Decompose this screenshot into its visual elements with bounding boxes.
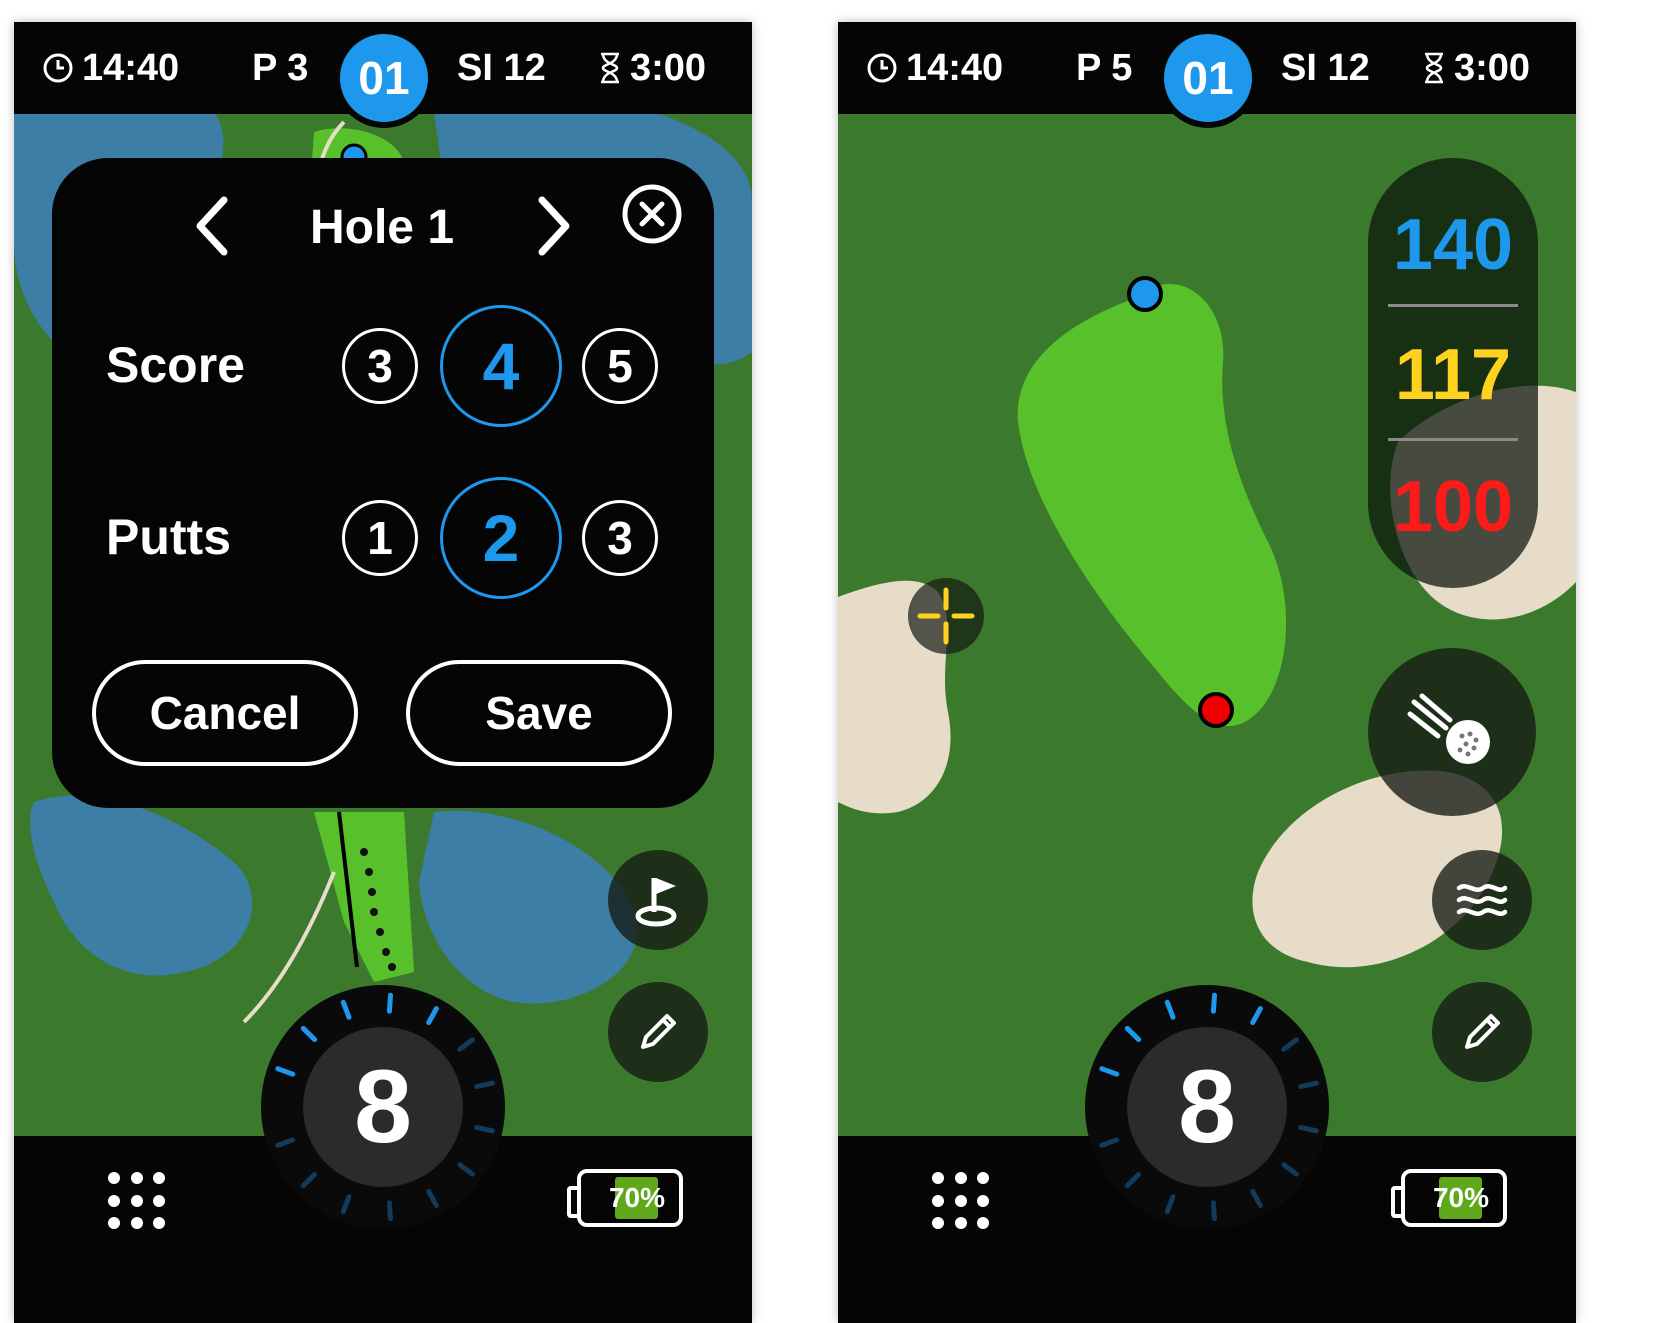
timer: 3:00 bbox=[598, 48, 706, 88]
club-dial[interactable]: 8 bbox=[1082, 982, 1332, 1232]
battery-percent: 70% bbox=[1432, 1182, 1490, 1213]
putts-option[interactable]: 3 bbox=[582, 500, 658, 576]
dialog-title: Hole 1 bbox=[309, 201, 455, 254]
hole-number-badge[interactable]: 01 bbox=[340, 34, 428, 122]
clock-icon bbox=[43, 53, 73, 83]
clock: 14:40 bbox=[866, 48, 1003, 88]
shot-tracking-button[interactable] bbox=[1368, 648, 1536, 816]
close-dialog-button[interactable] bbox=[620, 182, 684, 251]
score-option[interactable]: 5 bbox=[582, 328, 658, 404]
hole-number-badge[interactable]: 01 bbox=[1164, 34, 1252, 122]
edit-score-button[interactable] bbox=[1432, 982, 1532, 1082]
stroke-index-text: SI 12 bbox=[457, 47, 546, 89]
club-number: 8 bbox=[354, 1048, 412, 1165]
putts-option[interactable]: 1 bbox=[342, 500, 418, 576]
shot-tracking-icon bbox=[1407, 693, 1490, 764]
par-text: P 5 bbox=[1076, 47, 1133, 89]
target-crosshair-icon bbox=[908, 578, 984, 654]
clock-icon bbox=[867, 53, 897, 83]
clock: 14:40 bbox=[42, 48, 179, 88]
time-text: 14:40 bbox=[906, 47, 1004, 89]
flag-icon bbox=[635, 878, 677, 927]
club-dial[interactable]: 8 bbox=[258, 982, 508, 1232]
wind-button[interactable] bbox=[1432, 850, 1532, 950]
par-text: P 3 bbox=[252, 47, 309, 89]
battery-indicator: 70% bbox=[567, 1169, 683, 1227]
battery-indicator: 70% bbox=[1391, 1169, 1507, 1227]
flag-button[interactable] bbox=[608, 850, 708, 950]
score-label: Score bbox=[106, 337, 245, 393]
distance-middle: 117 bbox=[1394, 335, 1512, 415]
distance-panel: 140 117 100 bbox=[1368, 158, 1538, 588]
next-hole-button[interactable] bbox=[534, 196, 574, 261]
stroke-index-text: SI 12 bbox=[1281, 47, 1370, 89]
wind-icon bbox=[1456, 884, 1508, 916]
timer: 3:00 bbox=[1422, 48, 1530, 88]
pin-front-marker bbox=[1198, 692, 1234, 728]
pencil-icon bbox=[1465, 1014, 1500, 1049]
grid-menu-icon[interactable] bbox=[108, 1172, 168, 1232]
timer-text: 3:00 bbox=[1454, 47, 1531, 89]
close-circle-icon bbox=[622, 184, 682, 244]
time-text: 14:40 bbox=[82, 47, 180, 89]
club-number: 8 bbox=[1178, 1048, 1236, 1165]
hourglass-icon bbox=[1425, 52, 1443, 84]
save-button[interactable]: Save bbox=[406, 660, 672, 766]
distance-divider bbox=[1388, 304, 1518, 307]
distance-front: 100 bbox=[1392, 467, 1514, 547]
score-option-selected[interactable]: 4 bbox=[440, 305, 562, 427]
pin-back-marker bbox=[1127, 276, 1163, 312]
grid-menu-icon[interactable] bbox=[932, 1172, 992, 1232]
right-watch-screen: 14:40 P 5 SI 12 3:00 01 140 117 100 70% … bbox=[838, 22, 1576, 1323]
edit-score-button[interactable] bbox=[608, 982, 708, 1082]
battery-percent: 70% bbox=[608, 1182, 666, 1213]
timer-text: 3:00 bbox=[630, 47, 707, 89]
score-option[interactable]: 3 bbox=[342, 328, 418, 404]
putts-label: Putts bbox=[106, 509, 231, 565]
pencil-icon bbox=[641, 1014, 676, 1049]
hourglass-icon bbox=[601, 52, 619, 84]
left-watch-screen: 14:40 P 3 SI 12 3:00 01 70% 8 Hole 1 Sco… bbox=[14, 22, 752, 1323]
scorecard-dialog: Hole 1 Score 3 4 5 Putts 1 2 3 Cancel Sa… bbox=[52, 158, 714, 808]
distance-divider bbox=[1388, 438, 1518, 441]
distance-back: 140 bbox=[1392, 205, 1514, 285]
chevron-right-icon bbox=[538, 196, 570, 256]
putts-option-selected[interactable]: 2 bbox=[440, 477, 562, 599]
cancel-button[interactable]: Cancel bbox=[92, 660, 358, 766]
